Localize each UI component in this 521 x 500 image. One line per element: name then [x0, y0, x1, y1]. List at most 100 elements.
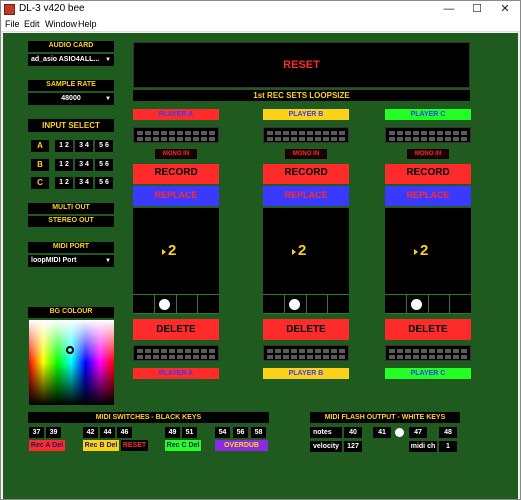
player-b-delete-button[interactable]: DELETE [263, 319, 349, 340]
input-a-56[interactable]: 5 6 [95, 140, 113, 152]
slider-knob[interactable] [159, 299, 170, 310]
chevron-down-icon: ▼ [105, 258, 111, 264]
meter-cell [389, 355, 395, 359]
meter-cell [185, 355, 191, 359]
player-a-delete-button[interactable]: DELETE [133, 319, 219, 340]
input-row-a-letter: A [31, 140, 49, 152]
meter-cell [177, 355, 183, 359]
midi-key-44[interactable]: 44 [100, 427, 115, 438]
stereo-out-button[interactable]: STEREO OUT [28, 216, 114, 227]
reset-label: RESET [283, 59, 320, 71]
player-b-loop-display: 2 [263, 208, 349, 294]
meter-cell [153, 131, 159, 135]
midi-key-37[interactable]: 37 [29, 427, 44, 438]
meter-cell [283, 131, 289, 135]
slider-knob[interactable] [289, 299, 300, 310]
note-field-40[interactable]: 40 [344, 427, 362, 438]
player-c-mono-in[interactable]: MONO IN [407, 149, 449, 159]
meter-cell [145, 349, 151, 353]
input-b-12[interactable]: 1 2 [55, 159, 73, 171]
player-a-replace-button[interactable]: REPLACE [133, 186, 219, 206]
input-row-c-letter: C [31, 177, 49, 189]
midi-port-dropdown[interactable]: loopMIDI Port ▼ [28, 255, 114, 267]
player-c-delete-button[interactable]: DELETE [385, 319, 471, 340]
loopsize-banner: 1st REC SETS LOOPSIZE [133, 90, 470, 101]
maximize-button[interactable]: ☐ [463, 1, 491, 18]
color-picker[interactable] [29, 320, 114, 405]
multi-out-button[interactable]: MULTI OUT [28, 203, 114, 214]
player-a-level-slider[interactable] [133, 294, 219, 314]
meter-cell [307, 137, 313, 141]
menu-window[interactable]: Window [45, 19, 77, 29]
meter-cell [291, 349, 297, 353]
meter-cell [307, 349, 313, 353]
note-field-47[interactable]: 47 [409, 427, 427, 438]
meter-cell [137, 349, 143, 353]
meter-cell [461, 131, 467, 135]
midi-key-39[interactable]: 39 [46, 427, 61, 438]
color-picker-handle[interactable] [66, 346, 74, 354]
midi-ch-field[interactable]: 1 [439, 441, 457, 452]
midi-label-reset: RESET [121, 440, 148, 451]
input-a-12[interactable]: 1 2 [55, 140, 73, 152]
note-field-41[interactable]: 41 [373, 427, 391, 438]
midi-key-51[interactable]: 51 [182, 427, 197, 438]
player-b-replace-button[interactable]: REPLACE [263, 186, 349, 206]
midi-label-rec-b-del: Rec B Del [83, 440, 119, 451]
player-c-replace-button[interactable]: REPLACE [385, 186, 471, 206]
midi-key-42[interactable]: 42 [83, 427, 98, 438]
reset-button[interactable]: RESET [133, 42, 470, 88]
meter-cell [137, 137, 143, 141]
player-a-mono-in[interactable]: MONO IN [155, 149, 197, 159]
meter-cell [177, 131, 183, 135]
meter-cell [161, 131, 167, 135]
input-c-12[interactable]: 1 2 [55, 177, 73, 189]
menu-edit[interactable]: Edit [24, 19, 40, 29]
menu-file[interactable]: File [5, 19, 20, 29]
input-a-34[interactable]: 3 4 [75, 140, 93, 152]
midi-key-58[interactable]: 58 [251, 427, 266, 438]
meter-cell [389, 137, 395, 141]
menu-help[interactable]: Help [78, 19, 97, 29]
player-b-mono-in[interactable]: MONO IN [285, 149, 327, 159]
player-b-record-button[interactable]: RECORD [263, 164, 349, 184]
meter-cell [331, 355, 337, 359]
meter-cell [209, 355, 215, 359]
slider-knob[interactable] [411, 299, 422, 310]
midi-key-56[interactable]: 56 [233, 427, 248, 438]
meter-cell [283, 355, 289, 359]
meter-cell [429, 349, 435, 353]
meter-cell [153, 355, 159, 359]
meter-cell [275, 131, 281, 135]
meter-cell [299, 131, 305, 135]
meter-cell [169, 349, 175, 353]
meter-cell [145, 355, 151, 359]
meter-cell [429, 131, 435, 135]
input-b-56[interactable]: 5 6 [95, 159, 113, 171]
meter-cell [445, 137, 451, 141]
meter-cell [307, 131, 313, 135]
minimize-button[interactable]: — [435, 1, 463, 18]
meter-cell [437, 137, 443, 141]
input-c-56[interactable]: 5 6 [95, 177, 113, 189]
note-field-48[interactable]: 48 [439, 427, 457, 438]
close-button[interactable]: ✕ [491, 1, 519, 18]
player-b-level-slider[interactable] [263, 294, 349, 314]
midi-key-54[interactable]: 54 [215, 427, 230, 438]
sample-rate-dropdown[interactable]: 48000 ▼ [28, 93, 114, 105]
input-c-34[interactable]: 3 4 [75, 177, 93, 189]
velocity-field[interactable]: 127 [344, 441, 362, 452]
meter-cell [461, 137, 467, 141]
flash-indicator-icon [395, 428, 404, 437]
audio-card-dropdown[interactable]: ad_asio ASIO4ALL... ▼ [28, 54, 114, 66]
meter-cell [267, 355, 273, 359]
meter-cell [161, 349, 167, 353]
meter-cell [209, 349, 215, 353]
input-b-34[interactable]: 3 4 [75, 159, 93, 171]
meter-cell [331, 131, 337, 135]
player-c-record-button[interactable]: RECORD [385, 164, 471, 184]
midi-key-49[interactable]: 49 [165, 427, 180, 438]
player-c-level-slider[interactable] [385, 294, 471, 314]
player-a-record-button[interactable]: RECORD [133, 164, 219, 184]
midi-key-46[interactable]: 46 [117, 427, 132, 438]
